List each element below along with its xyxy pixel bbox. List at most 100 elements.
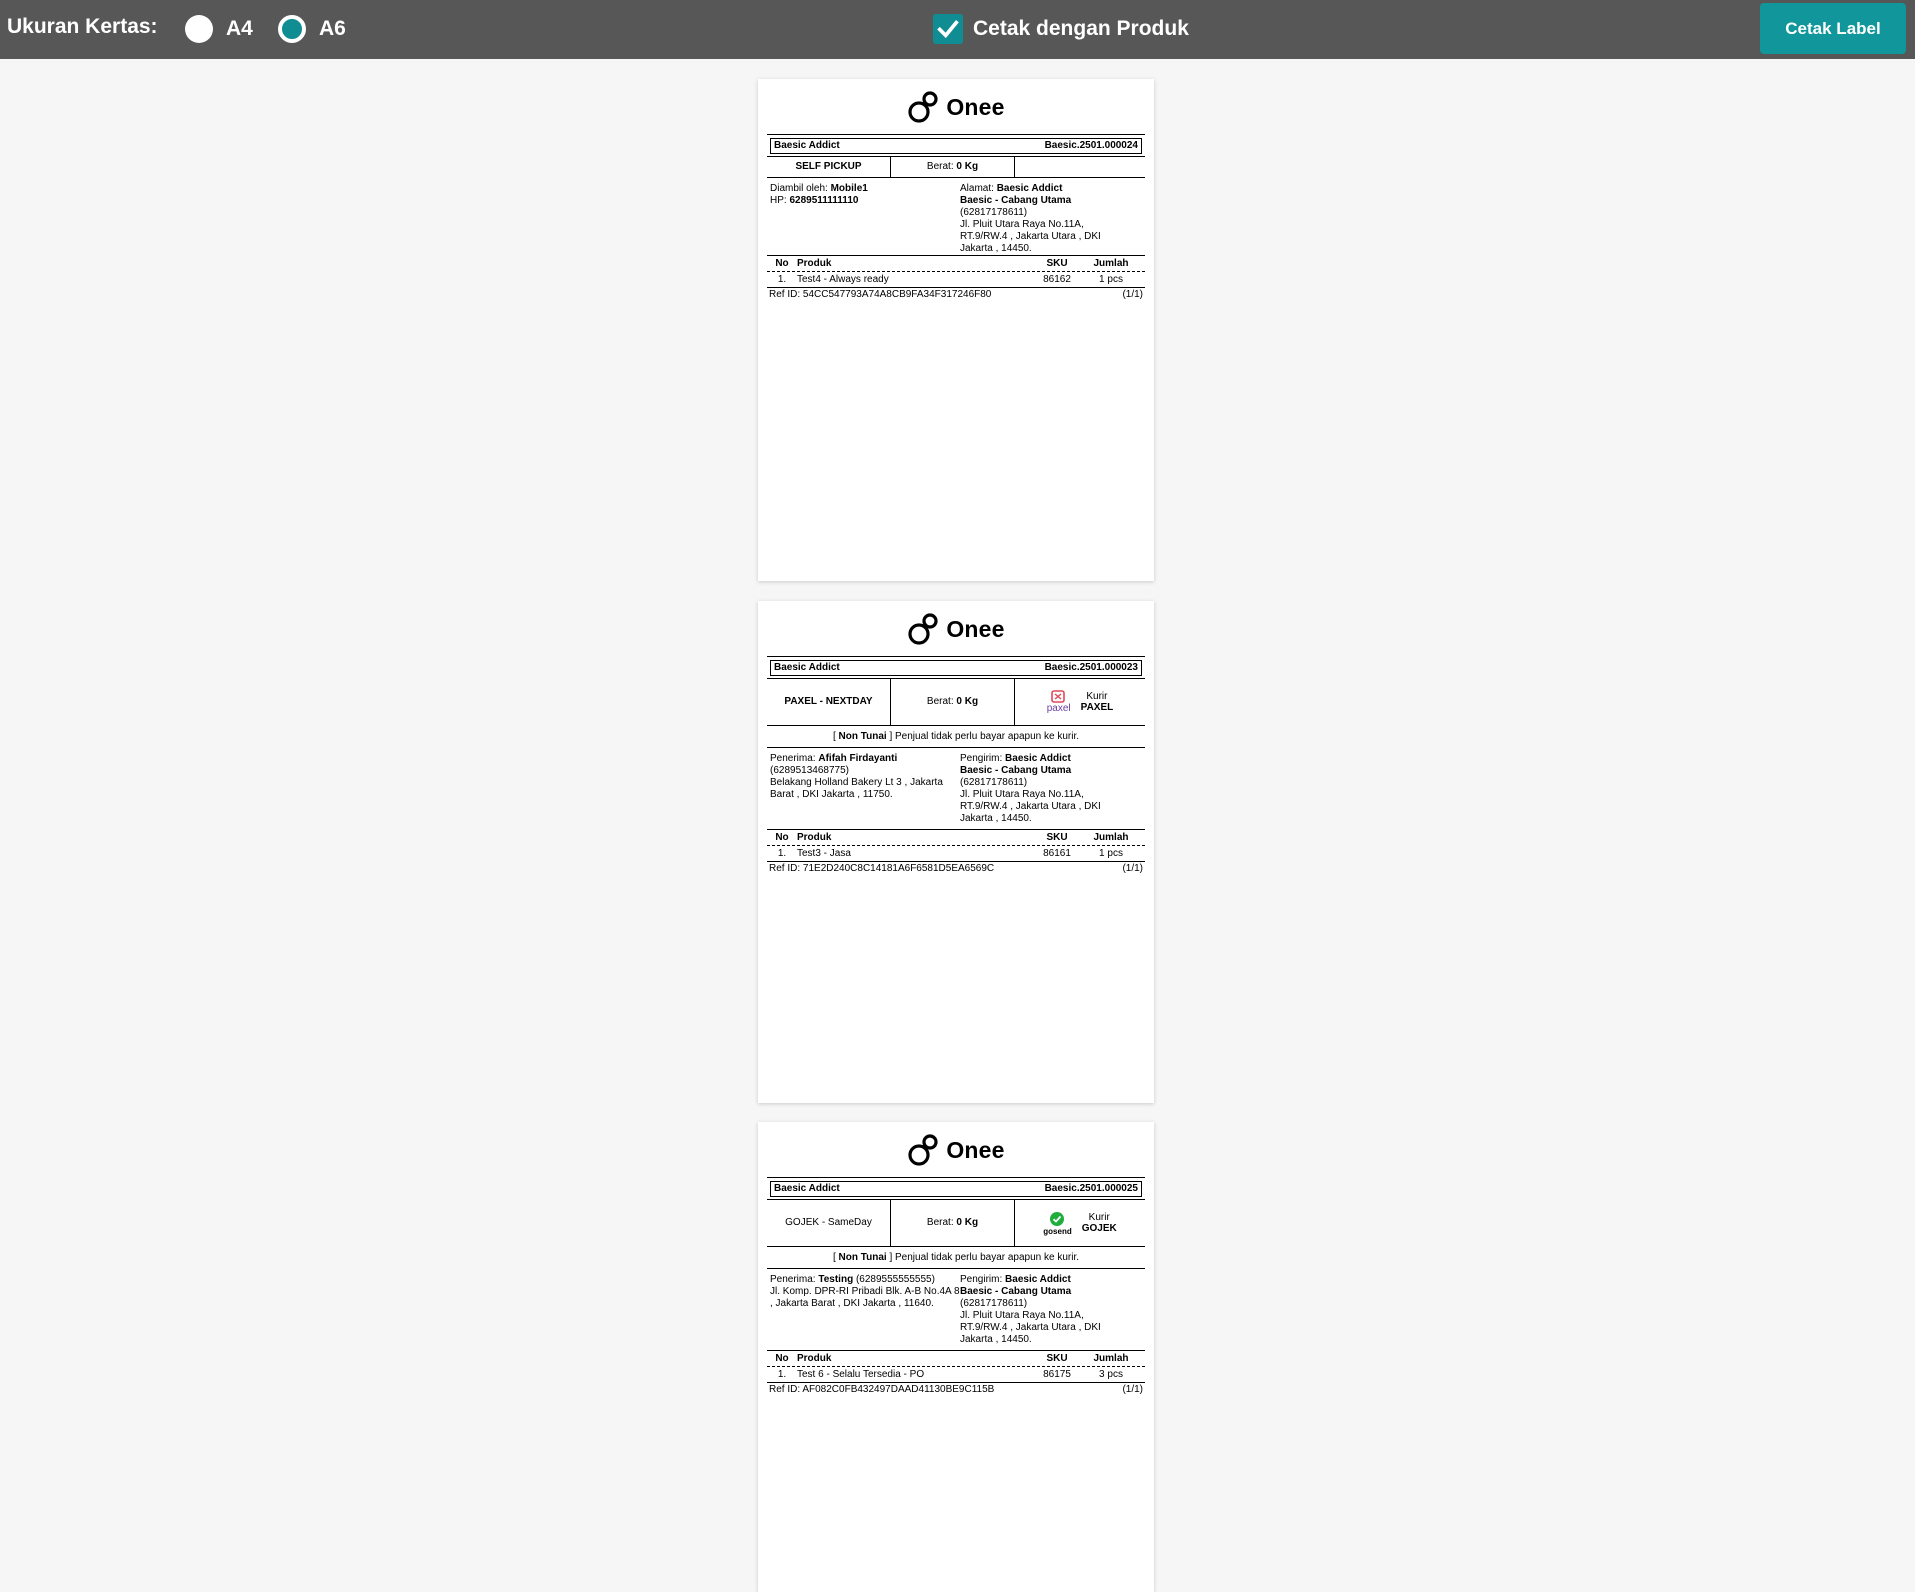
radio-a4-circle[interactable] [185,15,213,43]
address-branch: Baesic - Cabang Utama [960,195,1072,206]
shop-name: Baesic Addict [774,662,840,673]
sender-prefix: Pengirim: [960,753,1003,764]
order-header: Baesic Addict Baesic.2501.000024 [770,138,1142,154]
sender-name: Baesic Addict [1005,753,1071,764]
courier-label: Kurir [1086,691,1108,702]
col-sku: SKU [1046,832,1068,843]
print-label-button[interactable]: Cetak Label [1760,3,1906,54]
item-name: Test 6 - Selalu Tersedia - PO [797,1369,925,1380]
payment-notice: [ Non Tunai ] Penjual tidak perlu bayar … [767,726,1145,748]
courier-label: Kurir [1088,1212,1110,1223]
sender-branch: Baesic - Cabang Utama [960,1286,1072,1297]
service-name: PAXEL - NEXTDAY [767,679,891,725]
checkmark-icon[interactable] [933,14,963,44]
courier-cell: gosend Kurir GOJEK [1015,1200,1145,1246]
item-qty: 1 pcs [1099,274,1123,285]
sender-address: Jl. Pluit Utara Raya No.11A, RT.9/RW.4 ,… [960,789,1101,824]
courier-name: GOJEK [1081,1223,1117,1234]
col-no: No [775,832,789,843]
col-qty: Jumlah [1093,832,1129,843]
ref-id: Ref ID: 71E2D240C8C14181A6F6581D5EA6569C [769,863,995,874]
item-qty: 3 pcs [1099,1369,1123,1380]
paper-size-label: Ukuran Kertas: [7,15,158,38]
weight-cell: Berat: 0 Kg [891,1200,1015,1246]
courier-cell: paxel Kurir PAXEL [1015,679,1145,725]
courier-cell [1015,157,1145,177]
taken-by-prefix: Diambil oleh: [770,183,828,194]
recipient-prefix: Penerima: [770,1274,816,1285]
shop-name: Baesic Addict [774,1183,840,1194]
notice-text: Penjual tidak perlu bayar apapun ke kuri… [895,1252,1080,1263]
ref-id: Ref ID: AF082C0FB432497DAAD41130BE9C115B [769,1384,995,1395]
print-with-products-label[interactable]: Cetak dengan Produk [973,17,1189,41]
notice-text: Penjual tidak perlu bayar apapun ke kuri… [895,731,1080,742]
item-name: Test3 - Jasa [797,848,851,859]
shop-name: Baesic Addict [774,140,840,151]
gosend-logo-icon: gosend [1043,1211,1072,1236]
ref-row: Ref ID: 54CC547793A74A8CB9FA34F317246F80… [767,288,1145,302]
item-qty: 1 pcs [1099,848,1123,859]
table-row: 1. Test3 - Jasa 86161 1 pcs [767,846,1145,862]
notice-bold: Non Tunai [838,731,887,742]
payment-notice: [ Non Tunai ] Penjual tidak perlu bayar … [767,1247,1145,1269]
col-product: Produk [797,1353,832,1364]
page-count: (1/1) [1122,289,1143,300]
address-name: Baesic Addict [996,183,1063,194]
address-prefix: Alamat: [960,183,994,194]
product-table-header: No Produk SKU Jumlah [767,1350,1145,1367]
col-product: Produk [797,258,832,269]
onee-logo-icon [908,90,938,123]
shipping-label: Onee Baesic Addict Baesic.2501.000023 PA… [758,601,1154,1103]
item-sku: 86162 [1043,274,1071,285]
onee-logo-icon [908,612,938,645]
recipient-address: Jl. Komp. DPR-RI Pribadi Blk. A-B No.4A … [770,1286,960,1309]
taken-by-value: Mobile1 [830,183,868,194]
onee-logo-text: Onee [946,1136,1005,1163]
paxel-logo-text: paxel [1046,703,1071,714]
recipient-info: Penerima: Afifah Firdayanti (62895134687… [770,753,960,825]
col-qty: Jumlah [1093,258,1129,269]
onee-logo-text: Onee [946,93,1005,120]
service-name: GOJEK - SameDay [767,1200,891,1246]
order-id: Baesic.2501.000023 [1044,662,1138,673]
item-sku: 86161 [1043,848,1071,859]
order-header: Baesic Addict Baesic.2501.000025 [770,1181,1142,1197]
radio-a6[interactable]: A6 [278,13,346,45]
ref-row: Ref ID: AF082C0FB432497DAAD41130BE9C115B… [767,1383,1145,1397]
radio-a4[interactable]: A4 [185,13,253,45]
print-with-products-checkbox[interactable]: Cetak dengan Produk [933,14,1189,44]
page-count: (1/1) [1122,1384,1143,1395]
weight-cell: Berat: 0 Kg [891,679,1015,725]
radio-a4-label[interactable]: A4 [226,17,253,41]
table-row: 1. Test4 - Always ready 86162 1 pcs [767,272,1145,288]
order-header: Baesic Addict Baesic.2501.000023 [770,660,1142,676]
notice-bold: Non Tunai [838,1252,887,1263]
service-name: SELF PICKUP [767,157,891,177]
radio-a6-circle[interactable] [278,15,306,43]
address-text: Jl. Pluit Utara Raya No.11A, RT.9/RW.4 ,… [960,219,1101,254]
shipping-label: Onee Baesic Addict Baesic.2501.000024 SE… [758,79,1154,581]
gosend-logo-text: gosend [1043,1226,1072,1236]
radio-a6-label[interactable]: A6 [319,17,346,41]
phone-value: 6289511111110 [789,195,859,206]
weight-value: 0 Kg [956,696,979,707]
pickup-info: Diambil oleh: Mobile1 HP: 6289511111110 [770,183,960,251]
address-info: Alamat: Baesic Addict Baesic - Cabang Ut… [960,183,1130,254]
col-no: No [775,1353,789,1364]
onee-logo-text: Onee [946,615,1005,642]
col-product: Produk [797,832,832,843]
onee-logo-icon [908,1133,938,1166]
recipient-name: Testing [818,1274,854,1285]
ref-id: Ref ID: 54CC547793A74A8CB9FA34F317246F80 [769,289,992,300]
shipping-label: Onee Baesic Addict Baesic.2501.000025 GO… [758,1122,1154,1592]
item-name: Test4 - Always ready [797,274,889,285]
sender-name: Baesic Addict [1005,1274,1071,1285]
item-no: 1. [777,1369,787,1380]
sender-phone: (62817178611) [960,777,1028,788]
weight-prefix: Berat: [926,161,954,172]
onee-logo: Onee [767,601,1145,656]
weight-cell: Berat: 0 Kg [891,157,1015,177]
item-no: 1. [777,274,787,285]
toolbar: Ukuran Kertas: A4 A6 Cetak dengan Produk… [0,0,1915,59]
sender-phone: (62817178611) [960,1298,1028,1309]
